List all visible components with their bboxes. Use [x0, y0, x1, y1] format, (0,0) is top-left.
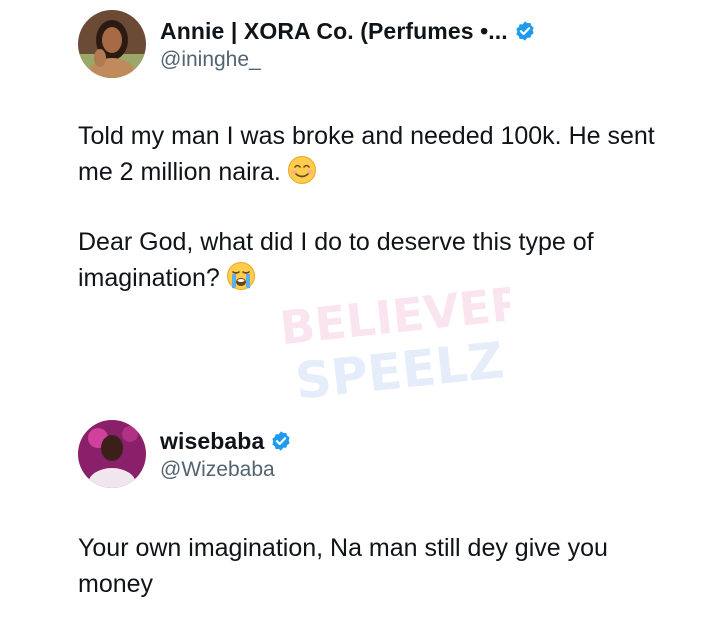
- watermark-line-2: SPEELZ: [293, 331, 507, 411]
- tweet-text: Dear God, what did I do to deserve this …: [78, 228, 594, 292]
- verified-badge-icon: [272, 431, 290, 451]
- tweet-body-paragraph: Told my man I was broke and needed 100k.…: [78, 118, 678, 190]
- crying-face-icon: [226, 262, 255, 290]
- handle[interactable]: @Wizebaba: [160, 458, 292, 482]
- display-name[interactable]: wisebaba: [160, 428, 264, 455]
- handle[interactable]: @ininghe_: [160, 48, 536, 72]
- profile-photo-man-icon: [78, 420, 146, 488]
- profile-photo-woman-icon: [78, 10, 146, 78]
- tweet-text: Your own imagination, Na man still dey g…: [78, 534, 608, 598]
- tweet-text: Told my man I was broke and needed 100k.…: [78, 122, 655, 186]
- avatar[interactable]: [78, 10, 146, 78]
- display-name[interactable]: Annie | XORA Co. (Perfumes •...: [160, 18, 508, 45]
- tweet-author-row[interactable]: wisebaba @Wizebaba: [78, 420, 678, 500]
- tweet-author-row[interactable]: Annie | XORA Co. (Perfumes •... @ininghe…: [78, 10, 678, 90]
- watermark-logo: BELIEVER SPEELZ: [260, 272, 528, 432]
- avatar[interactable]: [78, 420, 146, 488]
- tweet-body-paragraph: Dear God, what did I do to deserve this …: [78, 224, 678, 296]
- smiling-face-icon: [287, 156, 316, 184]
- verified-badge-icon: [516, 21, 534, 41]
- tweet-body-paragraph: Your own imagination, Na man still dey g…: [78, 530, 678, 602]
